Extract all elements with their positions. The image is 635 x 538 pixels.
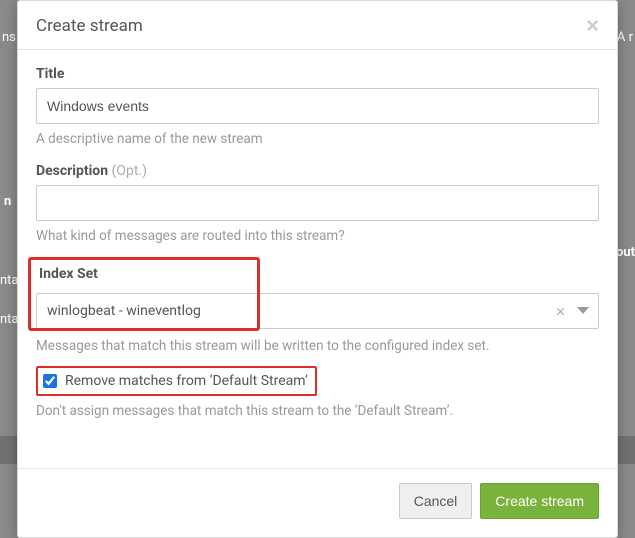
title-input[interactable] — [36, 88, 599, 124]
modal-header: Create stream × — [18, 1, 617, 50]
index-set-help: Messages that match this stream will be … — [36, 337, 599, 356]
title-label: Title — [36, 66, 599, 82]
index-set-label: Index Set — [39, 266, 249, 282]
index-set-group: Index Set winlogbeat - wineventlog × Mes… — [36, 260, 599, 356]
obscured-text: nta — [0, 312, 19, 327]
remove-matches-label: Remove matches from ‘Default Stream’ — [65, 373, 308, 389]
description-input[interactable] — [36, 185, 599, 221]
title-help: A descriptive name of the new stream — [36, 130, 599, 149]
obscured-text: n — [4, 194, 11, 209]
modal-body: Title A descriptive name of the new stre… — [18, 50, 617, 468]
description-help: What kind of messages are routed into th… — [36, 227, 599, 246]
chevron-down-icon[interactable] — [577, 307, 589, 314]
remove-matches-checkbox[interactable] — [43, 374, 57, 388]
modal-title: Create stream — [36, 16, 143, 36]
title-group: Title A descriptive name of the new stre… — [36, 66, 599, 149]
close-icon[interactable]: × — [586, 15, 599, 37]
highlight-remove-matches: Remove matches from ‘Default Stream’ — [36, 366, 317, 396]
description-label: Description (Opt.) — [36, 163, 599, 179]
remove-matches-group: Remove matches from ‘Default Stream’ Don… — [36, 366, 599, 421]
cancel-button[interactable]: Cancel — [399, 483, 473, 519]
obscured-text: ns — [0, 30, 16, 45]
obscured-text: nta — [0, 273, 19, 288]
highlight-index-set: Index Set — [28, 257, 260, 331]
obscured-text: out — [616, 245, 635, 260]
create-stream-button[interactable]: Create stream — [480, 483, 599, 519]
create-stream-modal: Create stream × Title A descriptive name… — [17, 0, 618, 538]
description-group: Description (Opt.) What kind of messages… — [36, 163, 599, 246]
clear-icon[interactable]: × — [556, 301, 565, 321]
remove-matches-help: Don't assign messages that match this st… — [36, 402, 599, 421]
description-label-text: Description — [36, 163, 108, 179]
description-optional: (Opt.) — [112, 163, 147, 179]
obscured-text: A r — [617, 30, 635, 45]
modal-footer: Cancel Create stream — [18, 468, 617, 537]
